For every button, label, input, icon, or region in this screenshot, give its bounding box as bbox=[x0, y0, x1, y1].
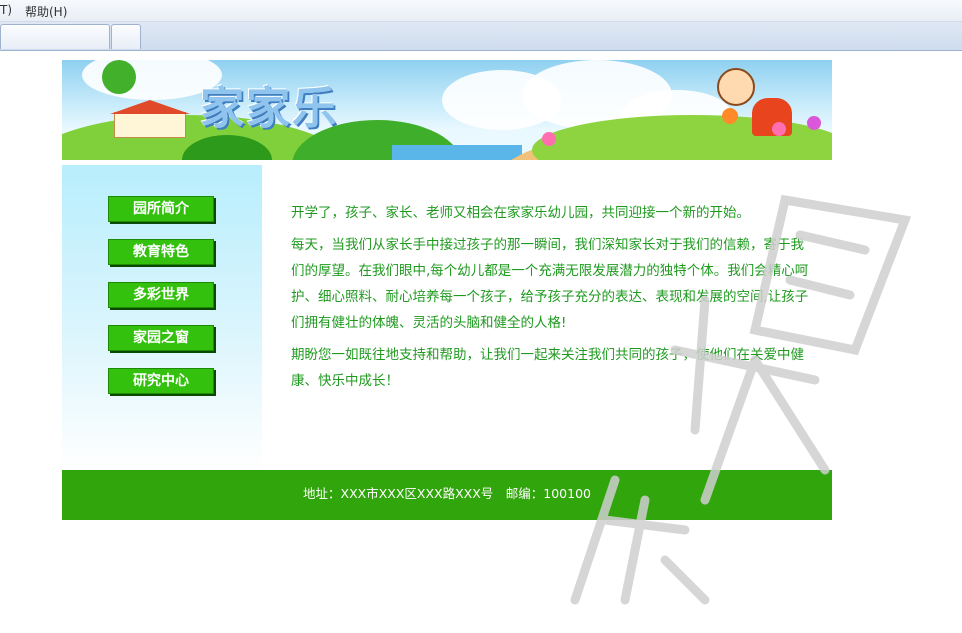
tree-icon bbox=[102, 60, 136, 94]
flower-icon bbox=[807, 116, 821, 130]
new-tab-button[interactable] bbox=[111, 24, 141, 49]
footer: 地址：XXX市XXX区XXX路XXX号 邮编：100100 bbox=[62, 470, 832, 520]
content-text: 开学了，孩子、家长、老师又相会在家家乐幼儿园，共同迎接一个新的开始。 每天，当我… bbox=[291, 200, 809, 400]
girl-character-icon bbox=[717, 68, 755, 106]
nav-button-education[interactable]: 教育特色 bbox=[108, 239, 214, 265]
nav-button-home-school[interactable]: 家园之窗 bbox=[108, 325, 214, 351]
sidebar: 园所简介 教育特色 多彩世界 家园之窗 研究中心 bbox=[62, 165, 262, 470]
water-shape bbox=[392, 145, 522, 160]
footer-address: 地址：XXX市XXX区XXX路XXX号 邮编：100100 bbox=[303, 486, 591, 501]
nav-button-world[interactable]: 多彩世界 bbox=[108, 282, 214, 308]
nav-button-about[interactable]: 园所简介 bbox=[108, 196, 214, 222]
browser-tab[interactable] bbox=[0, 24, 110, 49]
menu-item-tools[interactable]: T) bbox=[0, 3, 12, 17]
house-roof-shape bbox=[110, 100, 190, 114]
browser-menubar: T) 帮助(H) bbox=[0, 0, 962, 22]
nav-button-research[interactable]: 研究中心 bbox=[108, 368, 214, 394]
content-paragraph: 期盼您一如既往地支持和帮助，让我们一起来关注我们共同的孩子，使他们在关爱中健康、… bbox=[291, 347, 804, 389]
banner: 家家乐 bbox=[62, 60, 832, 160]
content-paragraph: 开学了，孩子、家长、老师又相会在家家乐幼儿园，共同迎接一个新的开始。 bbox=[291, 205, 750, 221]
house-icon bbox=[114, 112, 186, 138]
flower-icon bbox=[722, 108, 738, 124]
site-title: 家家乐 bbox=[200, 83, 338, 134]
flower-icon bbox=[772, 122, 786, 136]
menu-item-help[interactable]: 帮助(H) bbox=[25, 3, 67, 20]
flower-icon bbox=[542, 132, 556, 146]
browser-tabstrip bbox=[0, 22, 962, 51]
content-paragraph: 每天，当我们从家长手中接过孩子的那一瞬间，我们深知家长对于我们的信赖，寄于我们的… bbox=[291, 237, 809, 331]
